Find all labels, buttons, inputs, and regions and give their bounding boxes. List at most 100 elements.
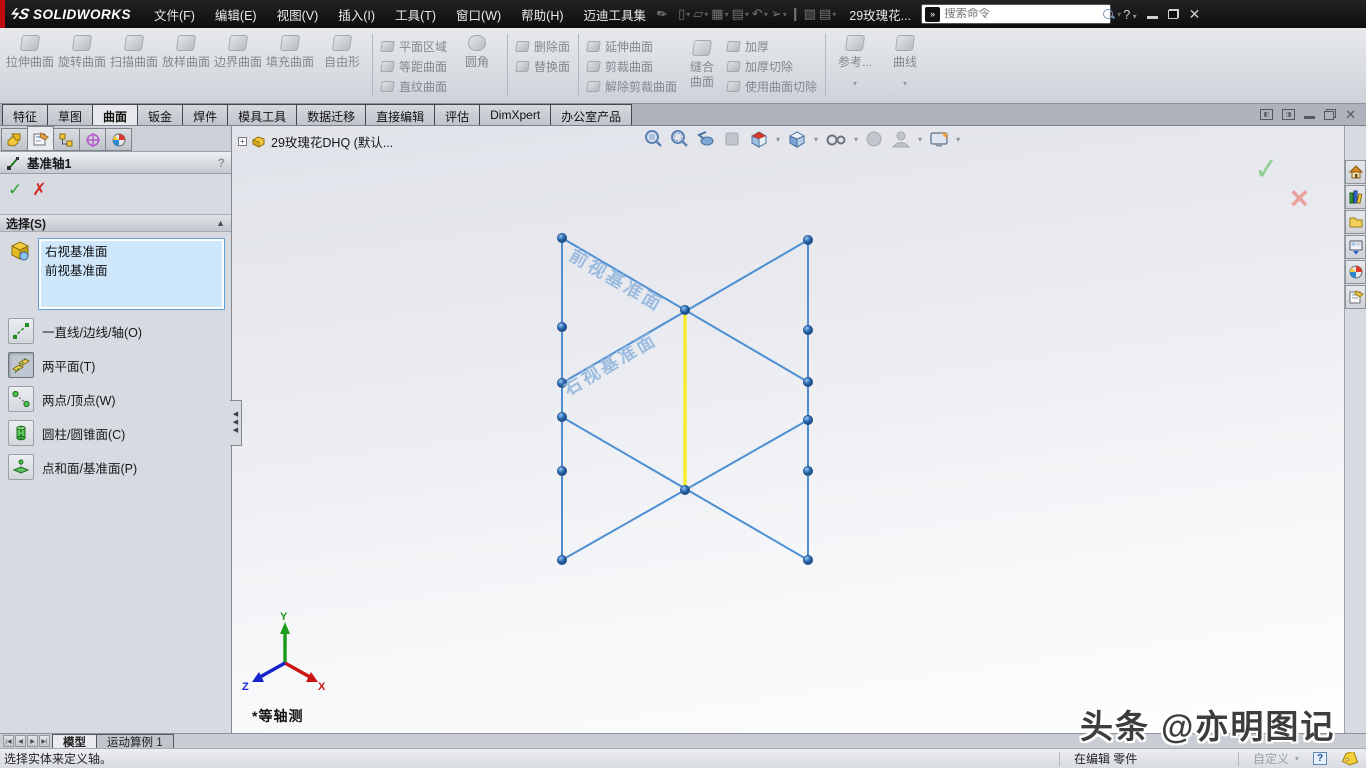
first-tab-icon[interactable]: |◀ (3, 735, 14, 747)
menu-item[interactable]: 迈迪工具集 (575, 0, 656, 29)
collapse-left-pane-icon[interactable]: ◧ (1260, 109, 1273, 120)
scene-caret-icon[interactable]: ▾ (918, 135, 922, 144)
handle-sphere[interactable] (803, 466, 812, 475)
ribbon-button[interactable]: 使用曲面切除 (723, 76, 821, 96)
ribbon-button[interactable]: 等距曲面 (377, 56, 451, 76)
print-icon[interactable]: ▤▾ (731, 4, 750, 24)
ribbon-dropdown-button[interactable]: 参考...▾ (830, 32, 880, 88)
handle-sphere[interactable] (803, 325, 812, 334)
ribbon-button[interactable]: 替换面 (512, 56, 574, 76)
handle-sphere[interactable] (680, 485, 689, 494)
ribbon-button[interactable]: 边界曲面 (212, 32, 264, 69)
menu-item[interactable]: 插入(I) (329, 0, 384, 29)
tag-icon[interactable] (1341, 752, 1358, 766)
dropdown-caret-icon[interactable]: ▾ (853, 79, 857, 88)
edit-appearance-icon[interactable] (864, 129, 884, 149)
attach-icon[interactable]: ❙ (789, 4, 802, 24)
ribbon-button[interactable]: 圆角 (451, 32, 503, 69)
restore-button[interactable] (1168, 9, 1179, 19)
ribbon-button[interactable]: 平面区域 (377, 36, 451, 56)
cancel-button[interactable]: ✗ (32, 180, 46, 200)
dropdown-caret-icon[interactable]: ▾ (704, 10, 708, 19)
search-input[interactable] (940, 8, 1102, 20)
displaymanager-icon[interactable] (105, 128, 132, 151)
handle-sphere[interactable] (557, 322, 566, 331)
confirm-ok-overlay[interactable]: ✓ (1253, 151, 1281, 188)
collapse-right-pane-icon[interactable]: ◨ (1282, 109, 1295, 120)
collapse-chevron-icon[interactable]: ▲ (216, 218, 225, 228)
next-tab-icon[interactable]: ▶ (27, 735, 38, 747)
line-edge-axis-icon[interactable] (8, 318, 34, 344)
propertymanager-icon[interactable] (27, 126, 54, 151)
featuremanager-tree-icon[interactable] (1, 128, 28, 151)
select-icon[interactable]: ➢▾ (770, 4, 788, 24)
selection-listbox[interactable]: 右视基准面前视基准面 (38, 238, 225, 310)
two-points-icon[interactable] (8, 386, 34, 412)
view-orientation-caret-icon[interactable]: ▾ (776, 135, 780, 144)
previous-view-icon[interactable] (696, 129, 716, 149)
zoom-fit-icon[interactable] (644, 129, 664, 149)
bottom-tab-运动算例 1[interactable]: 运动算例 1 (96, 734, 174, 748)
ribbon-button[interactable]: 解除剪裁曲面 (583, 76, 681, 96)
handle-sphere[interactable] (680, 305, 689, 314)
ribbon-button[interactable]: 加厚 (723, 36, 821, 56)
customize-menu[interactable]: 自定义 ▾ (1253, 750, 1299, 767)
search-caret-icon[interactable]: ▾ (1117, 10, 1121, 19)
menu-item[interactable]: 工具(T) (386, 0, 445, 29)
dropdown-caret-icon[interactable]: ▾ (725, 10, 729, 19)
selection-list-item[interactable]: 前视基准面 (45, 262, 218, 281)
ribbon-button[interactable]: 放样曲面 (160, 32, 212, 69)
search-icon[interactable] (1102, 8, 1115, 21)
zoom-area-icon[interactable] (670, 129, 690, 149)
dimxpertmanager-icon[interactable] (79, 128, 106, 151)
point-face-plane-icon[interactable] (8, 454, 34, 480)
menu-item[interactable]: 文件(F) (145, 0, 204, 29)
dropdown-caret-icon[interactable]: ▾ (764, 10, 768, 19)
hide-show-items-icon[interactable] (824, 129, 848, 149)
ribbon-tab-数据迁移[interactable]: 数据迁移 (296, 104, 366, 125)
view-orientation-icon[interactable] (748, 129, 770, 149)
ribbon-button[interactable]: 自由形 (316, 32, 368, 69)
cylinder-cone-icon[interactable] (8, 420, 34, 446)
menu-item[interactable]: 窗口(W) (447, 0, 510, 29)
tree-expand-icon[interactable]: + (238, 137, 247, 146)
doc-restore-button[interactable] (1324, 109, 1336, 120)
feature-tree-overlay[interactable]: + 29玫瑰花DHQ (默认... (238, 132, 393, 151)
open-icon[interactable]: ▱▾ (692, 4, 709, 24)
menu-item[interactable]: 视图(V) (268, 0, 328, 29)
doc-minimize-button[interactable] (1304, 116, 1315, 119)
options-list-icon[interactable]: ▤▾ (818, 4, 837, 24)
handle-sphere[interactable] (557, 555, 566, 564)
ribbon-tab-钣金[interactable]: 钣金 (137, 104, 183, 125)
prev-tab-icon[interactable]: ◀ (15, 735, 26, 747)
file-explorer-icon[interactable] (1345, 210, 1366, 234)
scene-icon[interactable] (890, 129, 912, 149)
display-style-icon[interactable] (786, 129, 808, 149)
last-tab-icon[interactable]: ▶| (39, 735, 50, 747)
minimize-button[interactable] (1147, 16, 1158, 19)
close-button[interactable]: ✕ (1189, 6, 1201, 23)
ribbon-button[interactable]: 延伸曲面 (583, 36, 681, 56)
dropdown-caret-icon[interactable]: ▾ (903, 79, 907, 88)
custom-properties-icon[interactable] (1345, 285, 1366, 309)
selections-section-header[interactable]: 选择(S) ▲ (0, 214, 231, 232)
handle-sphere[interactable] (557, 412, 566, 421)
dropdown-caret-icon[interactable]: ▾ (745, 10, 749, 19)
ribbon-button[interactable]: 加厚切除 (723, 56, 821, 76)
properties-icon[interactable]: ▧ (803, 4, 817, 24)
handle-sphere[interactable] (557, 233, 566, 242)
help-icon[interactable]: ? ▾ (1123, 7, 1136, 22)
ribbon-button[interactable]: 剪裁曲面 (583, 56, 681, 76)
configurationmanager-icon[interactable] (53, 128, 80, 151)
dropdown-caret-icon[interactable]: ▾ (832, 10, 836, 19)
ribbon-button[interactable]: 缝合曲面 (681, 32, 723, 90)
hide-show-caret-icon[interactable]: ▾ (854, 135, 858, 144)
command-search[interactable]: » ▾ (921, 4, 1111, 24)
ribbon-button[interactable]: 旋转曲面 (56, 32, 108, 69)
handle-sphere[interactable] (803, 415, 812, 424)
handle-sphere[interactable] (803, 377, 812, 386)
doc-close-button[interactable]: ✕ (1345, 107, 1356, 123)
handle-sphere[interactable] (803, 235, 812, 244)
view-settings-icon[interactable] (928, 129, 950, 149)
ribbon-tab-模具工具[interactable]: 模具工具 (227, 104, 297, 125)
